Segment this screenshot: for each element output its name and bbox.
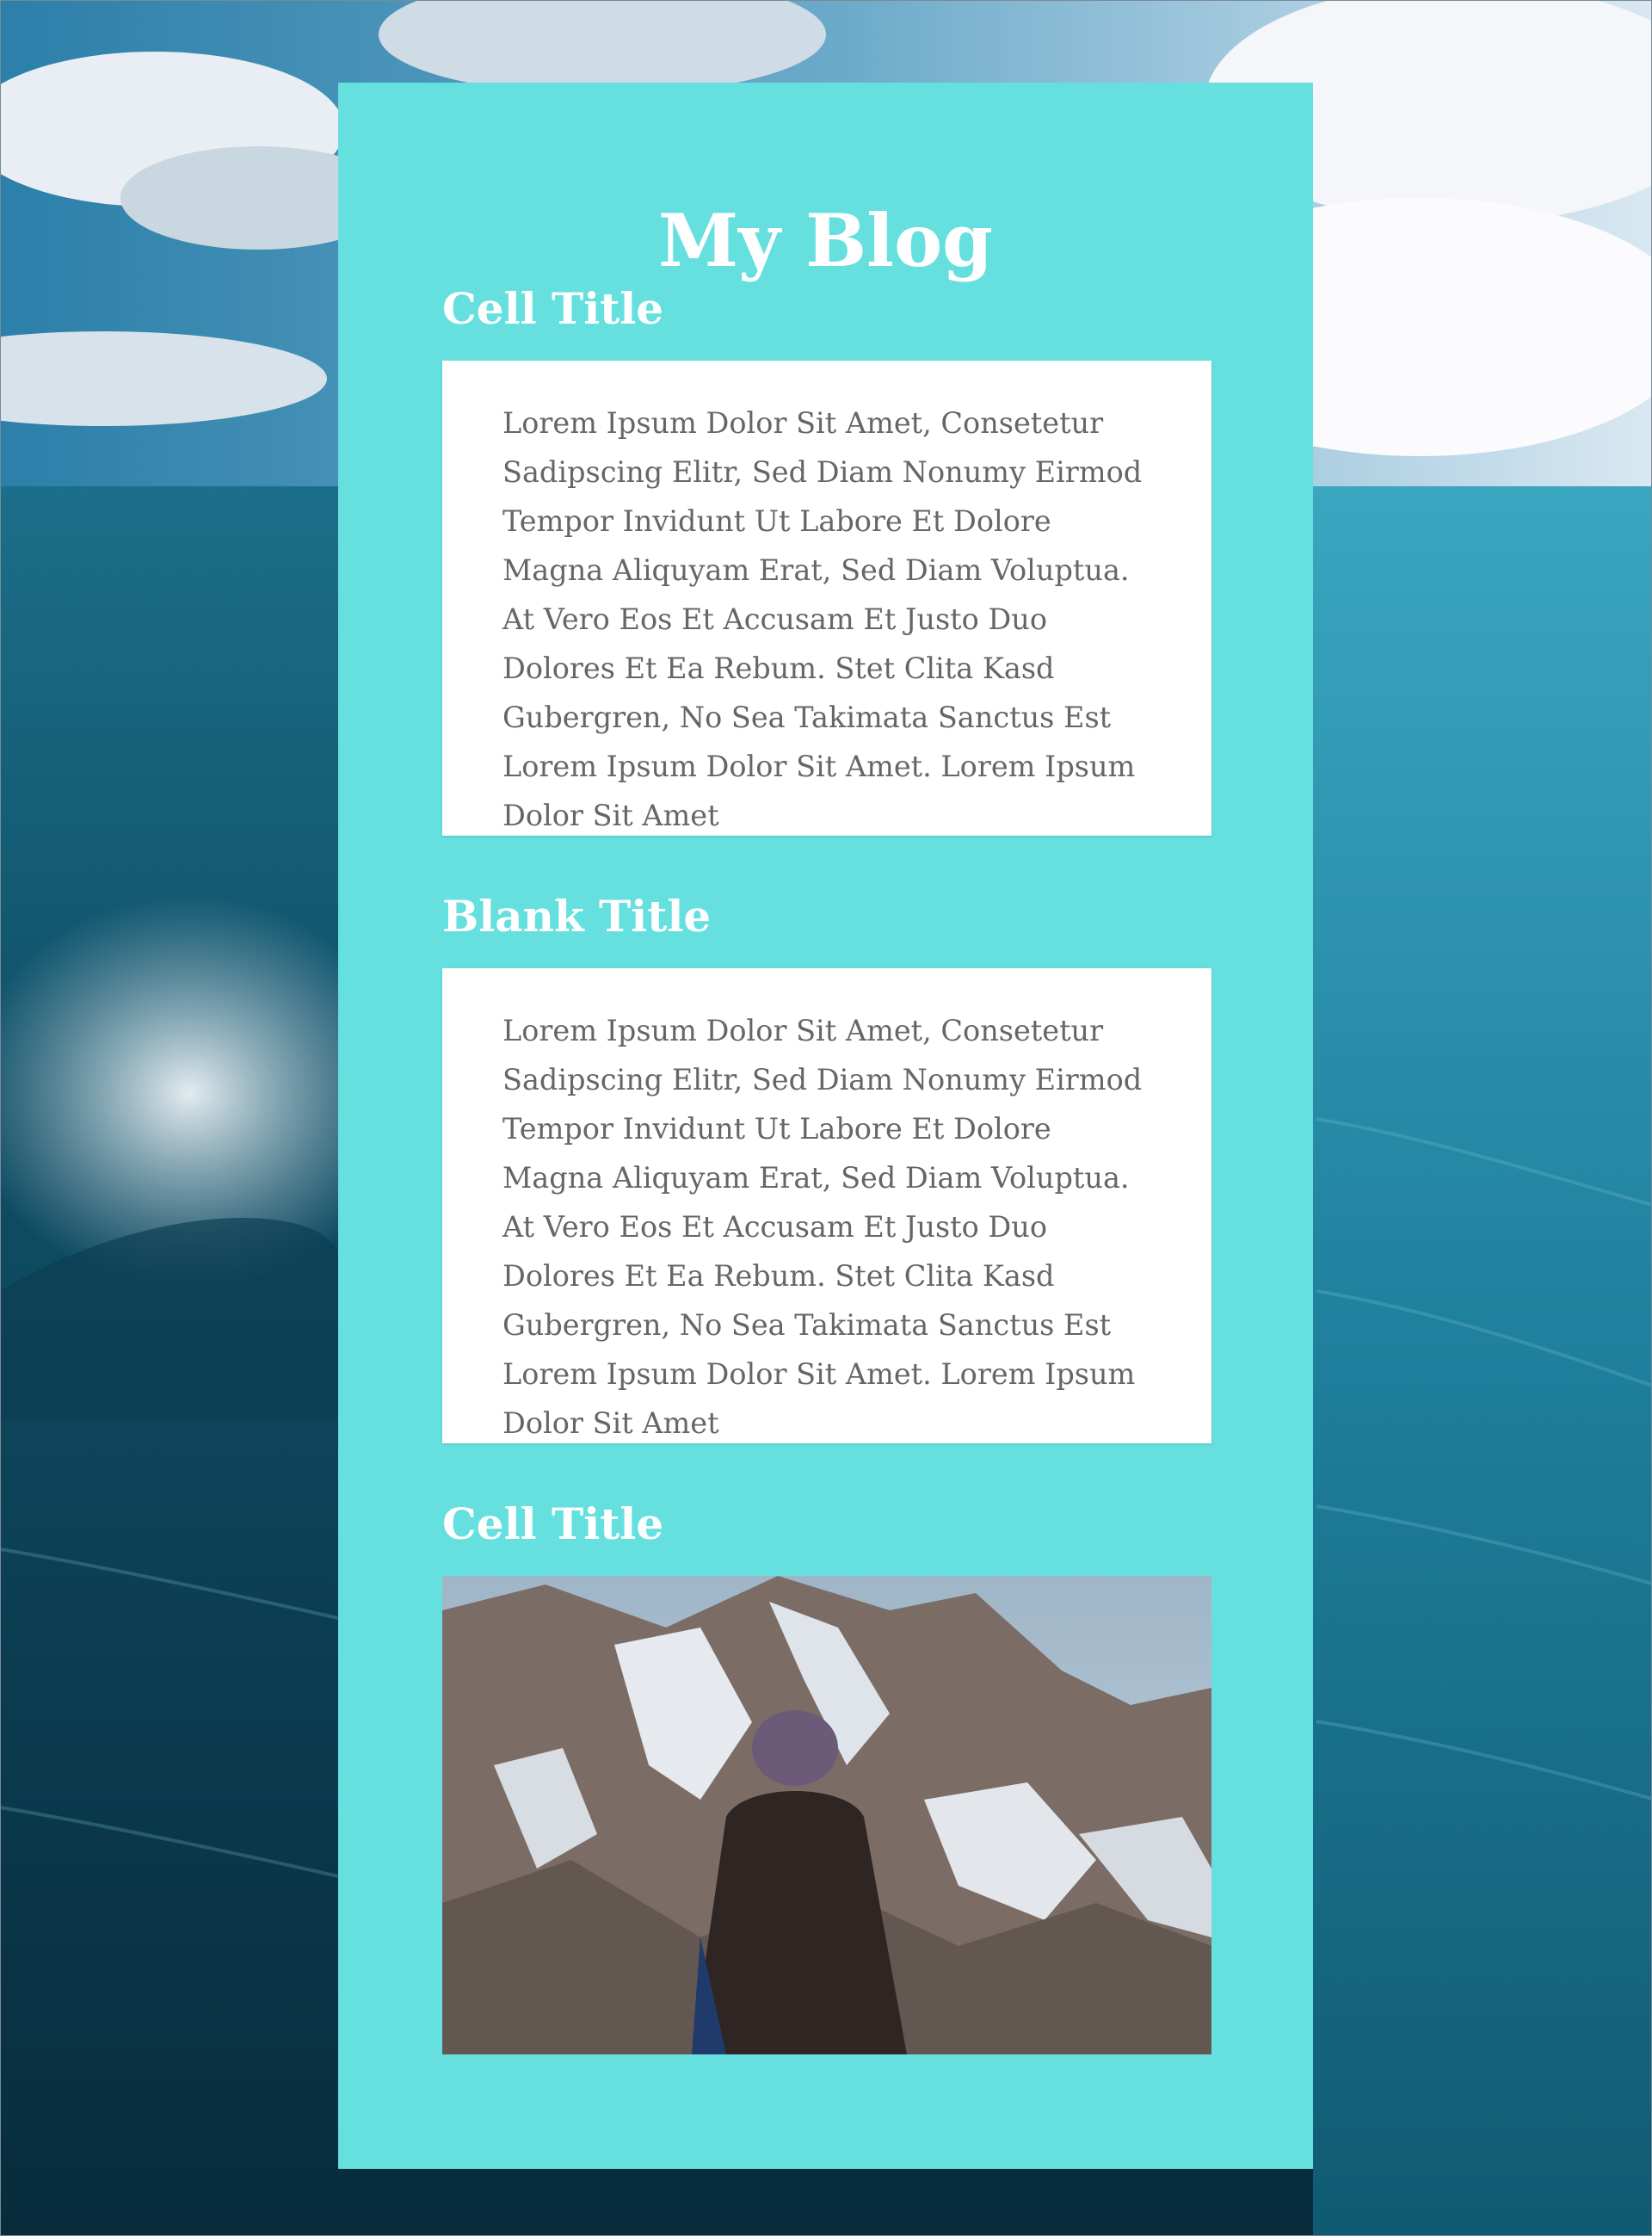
section-title-2: Blank Title — [442, 891, 712, 942]
section-title-3: Cell Title — [442, 1498, 664, 1549]
blog-panel: My Blog Cell Title Lorem Ipsum Dolor Sit… — [338, 83, 1313, 2169]
mountain-hiker-photo — [442, 1576, 1211, 2054]
section-body-2: Lorem Ipsum Dolor Sit Amet, Consetetur S… — [502, 1014, 1143, 1440]
section-card-2: Lorem Ipsum Dolor Sit Amet, Consetetur S… — [442, 968, 1211, 1443]
section-body-1: Lorem Ipsum Dolor Sit Amet, Consetetur S… — [502, 406, 1143, 832]
site-title: My Blog — [658, 198, 993, 283]
section-title-1: Cell Title — [442, 283, 664, 334]
section-card-1: Lorem Ipsum Dolor Sit Amet, Consetetur S… — [442, 361, 1211, 836]
